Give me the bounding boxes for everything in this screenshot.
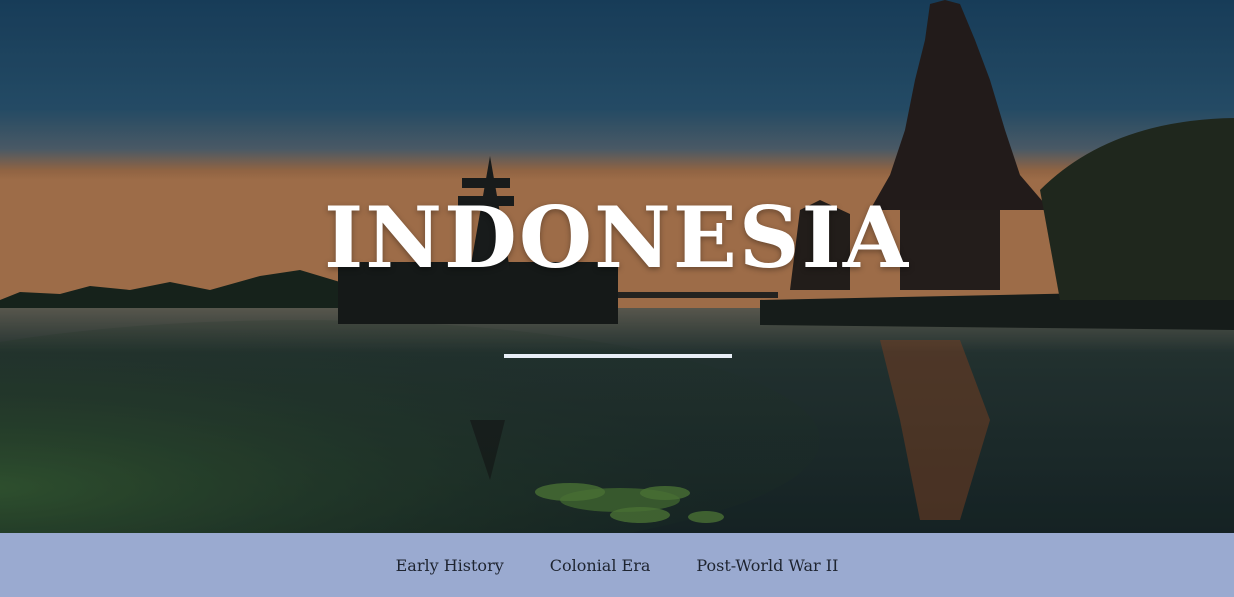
bottom-navigation: Early History Colonial Era Post-World Wa…: [0, 533, 1234, 597]
title-underline-divider: [504, 354, 732, 358]
page-title: INDONESIA: [323, 188, 911, 287]
hero-section: INDONESIA: [0, 0, 1234, 533]
nav-link-early-history[interactable]: Early History: [396, 556, 504, 575]
nav-link-colonial-era[interactable]: Colonial Era: [550, 556, 651, 575]
nav-link-post-world-war-ii[interactable]: Post-World War II: [696, 556, 838, 575]
